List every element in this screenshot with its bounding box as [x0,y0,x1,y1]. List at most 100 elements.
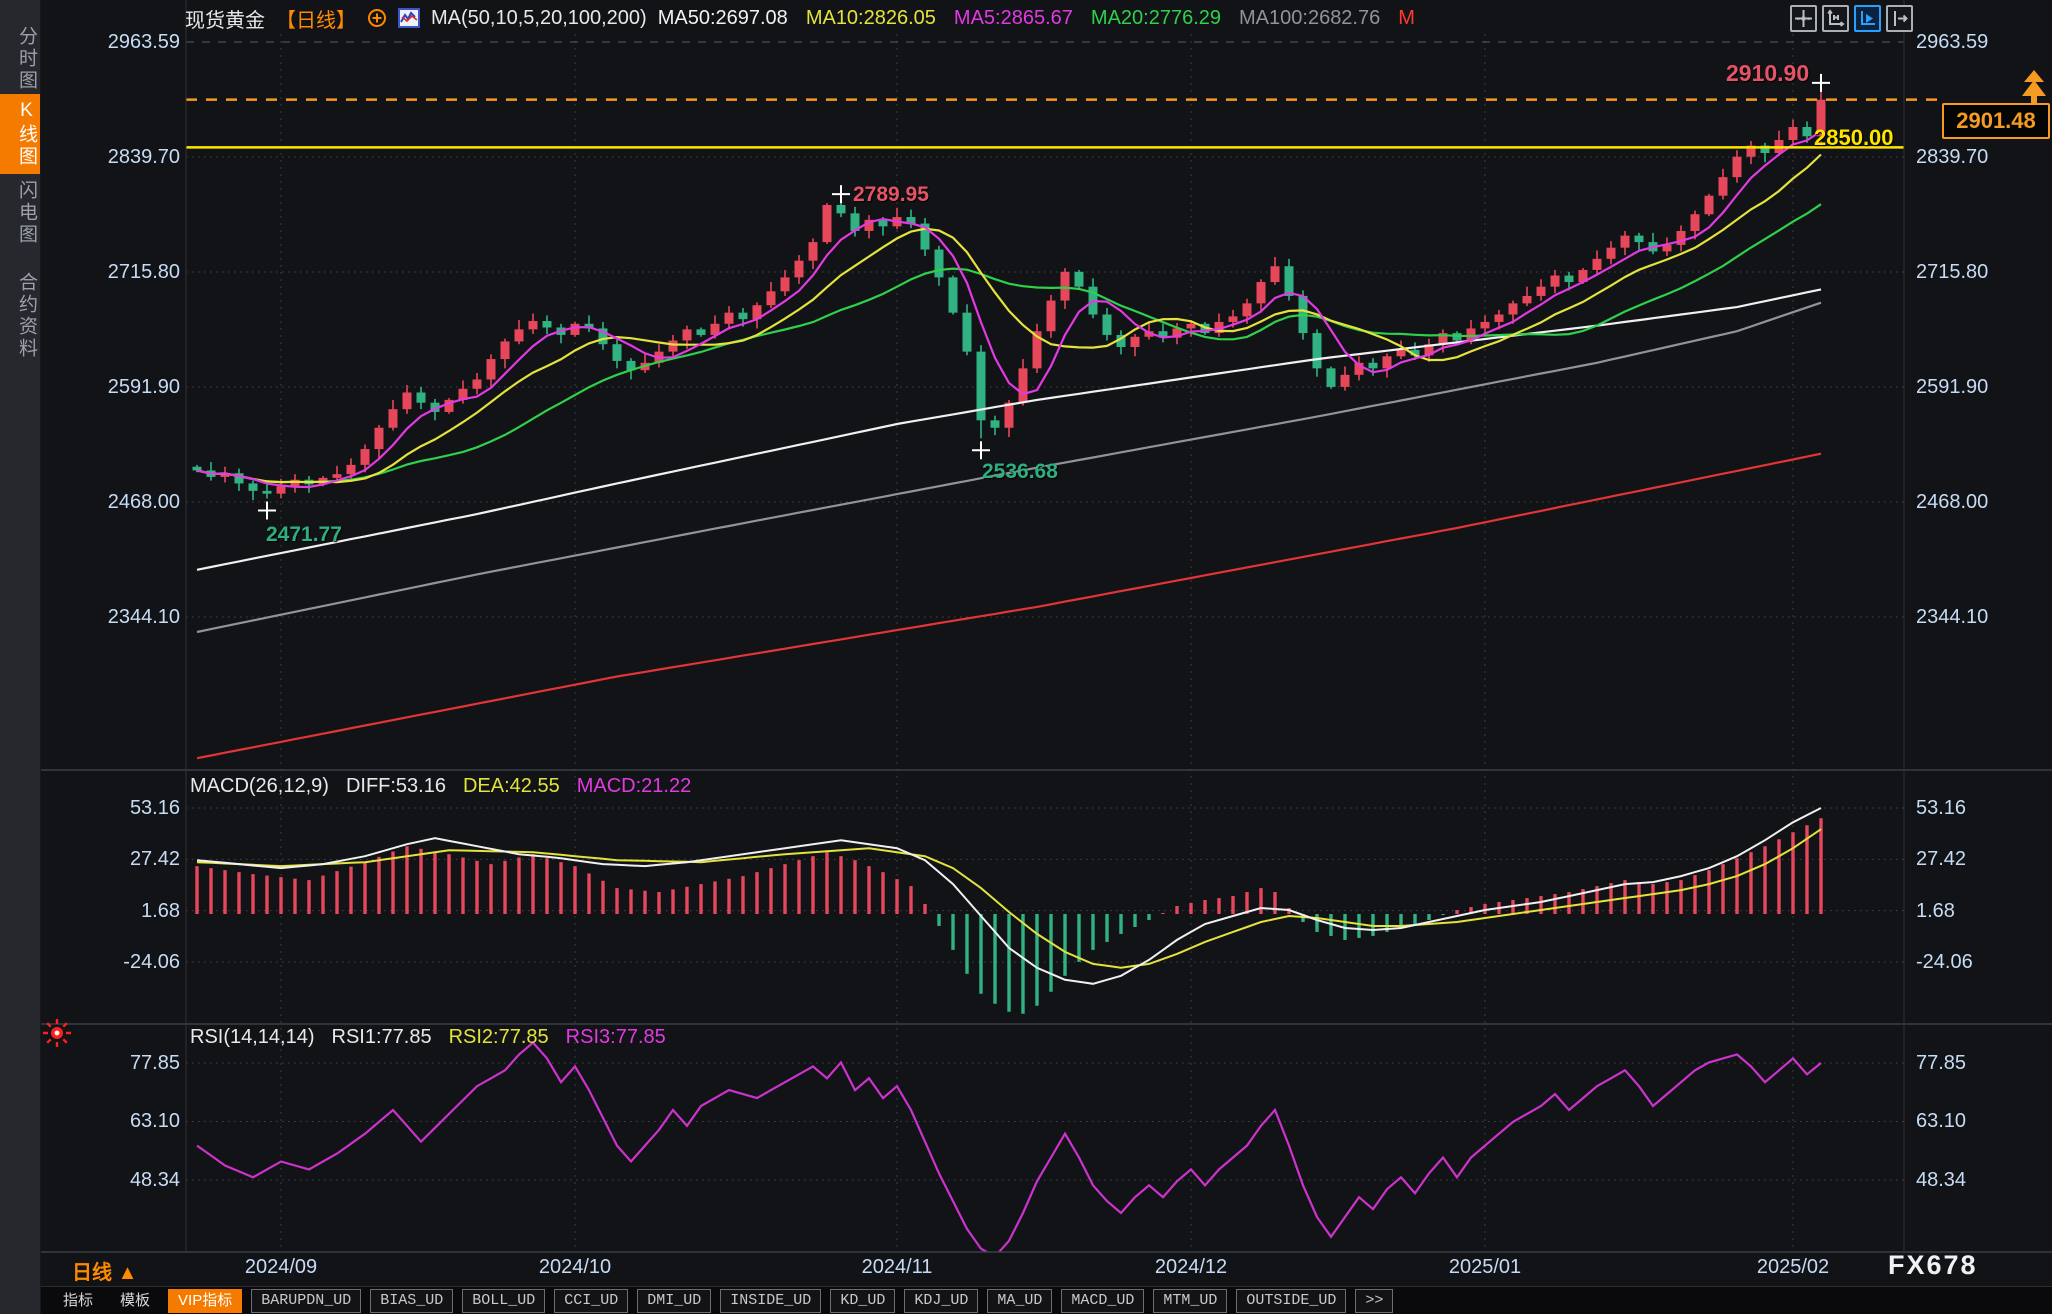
candle-body [571,324,580,335]
toolbar-item-KDJ_UD[interactable]: KDJ_UD [904,1289,978,1313]
macd-diff-value: DIFF:53.16 [346,775,446,798]
candle-body [487,359,496,379]
candle-body [669,340,678,351]
toolbar-item-MACD_UD[interactable]: MACD_UD [1061,1289,1144,1313]
toolbar-item-CCI_UD[interactable]: CCI_UD [554,1289,628,1313]
y-axis-label-left: 63.10 [88,1109,180,1133]
toolbar-item-DMI_UD[interactable]: DMI_UD [637,1289,711,1313]
period-selector[interactable]: 日线 ▲ [72,1256,137,1285]
candle-body [1243,303,1252,316]
toolbar-item-INSIDE_UD[interactable]: INSIDE_UD [720,1289,821,1313]
ma-value-label: MA10:2826.05 [806,7,936,30]
rsi-header: RSI(14,14,14) RSI1:77.85 RSI2:77.85 RSI3… [190,1026,666,1049]
macd-header: MACD(26,12,9) DIFF:53.16 DEA:42.55 MACD:… [190,775,691,798]
y-axis-label-right: 63.10 [1916,1109,1966,1133]
candle-body [1719,177,1728,196]
candle-body [1551,276,1560,287]
toolbar-item-BARUPDN_UD[interactable]: BARUPDN_UD [251,1289,361,1313]
x-axis-label: 2024/10 [539,1256,611,1279]
candle-body [347,465,356,474]
candle-body [683,329,692,340]
candle-body [1481,322,1490,328]
y-axis-label-right: 48.34 [1916,1168,1966,1192]
x-axis-label: 2024/11 [862,1256,933,1279]
chart-canvas[interactable] [0,0,2052,1256]
candle-body [1565,276,1574,282]
sidebar-item-time-chart[interactable]: 分时图 [0,26,40,92]
ma200-line [197,454,1821,759]
x-axis-label: 2024/09 [245,1256,317,1279]
macd-histogram [197,818,1821,1013]
candle-body [1075,272,1084,287]
indicator-toolbar: 指标模板 VIP指标 BARUPDN_UD BIAS_UD BOLL_UD CCI_UD D… [40,1286,2052,1314]
candle-body [263,491,272,494]
y-axis-label-right: 53.16 [1916,796,1966,820]
sidebar-item-lightning-chart[interactable]: 闪电图 [0,180,40,246]
candle-body [1383,356,1392,368]
ma-value-label: MA50:2697.08 [658,7,788,30]
toolbar-item--[interactable]: 模板 [111,1290,159,1312]
september-low-label: 2471.77 [266,523,342,547]
trading-app-window: 分时图 K线图 闪电图 合约资料 现货黄金 【日线】 MA(50,10,5,20… [0,0,2052,1314]
candle-body [991,420,1000,427]
period-tag[interactable]: 【日线】 [276,4,356,33]
y-axis-label-left: 48.34 [88,1168,180,1192]
candle-body [1593,259,1602,270]
shift-chart-button[interactable] [1886,5,1913,32]
candle-body [333,474,342,478]
candle-body [739,313,748,319]
candle-body [1509,303,1518,314]
toolbar-item-BIAS_UD[interactable]: BIAS_UD [370,1289,453,1313]
ma-lines [197,131,1821,758]
indicator-chart-icon[interactable] [398,8,420,28]
ma-params-label: MA(50,10,5,20,100,200) [431,7,647,30]
candle-body [613,344,622,361]
candle-body [1327,368,1336,387]
y-axis-label-right: 27.42 [1916,847,1966,871]
move-tool-button[interactable] [1790,5,1817,32]
candle-body [473,379,482,388]
add-compare-icon[interactable] [367,8,387,28]
candle-body [1635,236,1644,242]
toolbar-item--[interactable]: 指标 [54,1290,102,1312]
candle-body [529,321,538,329]
rsi1-value: RSI1:77.85 [332,1026,432,1049]
candle-body [543,321,552,327]
x-axis-label: 2025/01 [1449,1256,1521,1279]
sidebar-item-contract-info[interactable]: 合约资料 [0,272,40,360]
rsi2-value: RSI2:77.85 [449,1026,549,1049]
sidebar-item-candle-chart[interactable]: K线图 [0,94,40,174]
candle-body [249,483,258,490]
macd-macd-value: MACD:21.22 [577,775,692,798]
toolbar-item-VIP-[interactable]: VIP指标 [168,1289,242,1313]
candle-body [1271,266,1280,282]
toolbar-item-MA_UD[interactable]: MA_UD [987,1289,1052,1313]
chart-header: 现货黄金 【日线】 MA(50,10,5,20,100,200) MA50:26… [185,3,1415,33]
auto-scale-button[interactable] [1854,5,1881,32]
brand-watermark: FX678 [1888,1250,1978,1281]
y-axis-label-left: 2839.70 [88,145,180,169]
candle-body [823,205,832,242]
toolbar-item->>[interactable]: >> [1355,1289,1393,1313]
y-axis-label-left: 2715.80 [88,260,180,284]
toolbar-item-KD_UD[interactable]: KD_UD [830,1289,895,1313]
toolbar-item-OUTSIDE_UD[interactable]: OUTSIDE_UD [1236,1289,1346,1313]
candle-body [1803,127,1812,136]
candle-body [403,392,412,409]
swing-high-label: 2910.90 [1726,60,1809,87]
rsi3-value: RSI3:77.85 [566,1026,666,1049]
toolbar-item-MTM_UD[interactable]: MTM_UD [1153,1289,1227,1313]
candle-body [515,329,524,341]
candle-body [1005,403,1014,428]
axis-scale-button[interactable] [1822,5,1849,32]
candle-body [963,313,972,352]
candle-body [1047,301,1056,332]
ma20-line [197,204,1821,482]
candle-body [375,428,384,449]
candle-body [795,261,804,278]
y-axis-label-right: 2963.59 [1916,30,1988,54]
candle-body [697,329,706,335]
y-axis-label-right: 2591.90 [1916,375,1988,399]
toolbar-item-BOLL_UD[interactable]: BOLL_UD [462,1289,545,1313]
candle-body [1103,315,1112,335]
